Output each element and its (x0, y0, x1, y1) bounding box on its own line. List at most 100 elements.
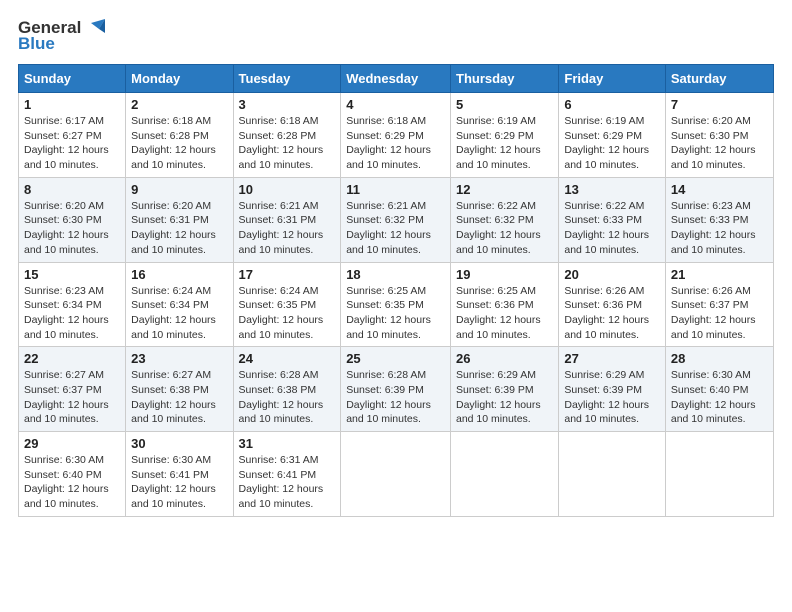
day-number: 29 (24, 436, 120, 451)
day-number: 20 (564, 267, 660, 282)
calendar-cell: 3 Sunrise: 6:18 AMSunset: 6:28 PMDayligh… (233, 93, 341, 178)
day-info: Sunrise: 6:18 AMSunset: 6:29 PMDaylight:… (346, 115, 431, 171)
day-info: Sunrise: 6:29 AMSunset: 6:39 PMDaylight:… (564, 369, 649, 425)
day-info: Sunrise: 6:19 AMSunset: 6:29 PMDaylight:… (456, 115, 541, 171)
calendar-cell: 4 Sunrise: 6:18 AMSunset: 6:29 PMDayligh… (341, 93, 451, 178)
calendar-cell: 20 Sunrise: 6:26 AMSunset: 6:36 PMDaylig… (559, 262, 666, 347)
calendar-cell: 27 Sunrise: 6:29 AMSunset: 6:39 PMDaylig… (559, 347, 666, 432)
day-number: 24 (239, 351, 336, 366)
day-info: Sunrise: 6:20 AMSunset: 6:30 PMDaylight:… (671, 115, 756, 171)
calendar-cell: 29 Sunrise: 6:30 AMSunset: 6:40 PMDaylig… (19, 432, 126, 517)
day-number: 15 (24, 267, 120, 282)
calendar-cell: 25 Sunrise: 6:28 AMSunset: 6:39 PMDaylig… (341, 347, 451, 432)
day-info: Sunrise: 6:22 AMSunset: 6:32 PMDaylight:… (456, 200, 541, 256)
calendar-cell: 6 Sunrise: 6:19 AMSunset: 6:29 PMDayligh… (559, 93, 666, 178)
day-number: 28 (671, 351, 768, 366)
calendar-cell: 2 Sunrise: 6:18 AMSunset: 6:28 PMDayligh… (126, 93, 233, 178)
day-number: 4 (346, 97, 445, 112)
day-number: 19 (456, 267, 553, 282)
logo-blue: Blue (18, 34, 55, 54)
calendar-cell: 28 Sunrise: 6:30 AMSunset: 6:40 PMDaylig… (665, 347, 773, 432)
day-info: Sunrise: 6:18 AMSunset: 6:28 PMDaylight:… (239, 115, 324, 171)
day-number: 22 (24, 351, 120, 366)
day-info: Sunrise: 6:27 AMSunset: 6:38 PMDaylight:… (131, 369, 216, 425)
calendar-day-header: Friday (559, 65, 666, 93)
day-info: Sunrise: 6:17 AMSunset: 6:27 PMDaylight:… (24, 115, 109, 171)
calendar-cell: 21 Sunrise: 6:26 AMSunset: 6:37 PMDaylig… (665, 262, 773, 347)
day-info: Sunrise: 6:22 AMSunset: 6:33 PMDaylight:… (564, 200, 649, 256)
calendar-day-header: Tuesday (233, 65, 341, 93)
day-number: 11 (346, 182, 445, 197)
calendar-cell: 24 Sunrise: 6:28 AMSunset: 6:38 PMDaylig… (233, 347, 341, 432)
calendar-cell: 7 Sunrise: 6:20 AMSunset: 6:30 PMDayligh… (665, 93, 773, 178)
day-number: 23 (131, 351, 227, 366)
logo: General Blue (18, 18, 105, 54)
day-info: Sunrise: 6:26 AMSunset: 6:37 PMDaylight:… (671, 285, 756, 341)
calendar-cell: 11 Sunrise: 6:21 AMSunset: 6:32 PMDaylig… (341, 177, 451, 262)
calendar-cell: 26 Sunrise: 6:29 AMSunset: 6:39 PMDaylig… (451, 347, 559, 432)
calendar-cell: 13 Sunrise: 6:22 AMSunset: 6:33 PMDaylig… (559, 177, 666, 262)
day-number: 2 (131, 97, 227, 112)
page: General Blue SundayMondayTuesdayWednesda… (0, 0, 792, 527)
day-number: 31 (239, 436, 336, 451)
day-number: 8 (24, 182, 120, 197)
day-number: 16 (131, 267, 227, 282)
day-number: 1 (24, 97, 120, 112)
calendar-cell: 8 Sunrise: 6:20 AMSunset: 6:30 PMDayligh… (19, 177, 126, 262)
day-info: Sunrise: 6:28 AMSunset: 6:39 PMDaylight:… (346, 369, 431, 425)
calendar-day-header: Saturday (665, 65, 773, 93)
day-number: 26 (456, 351, 553, 366)
calendar-day-header: Monday (126, 65, 233, 93)
calendar-cell: 1 Sunrise: 6:17 AMSunset: 6:27 PMDayligh… (19, 93, 126, 178)
day-info: Sunrise: 6:29 AMSunset: 6:39 PMDaylight:… (456, 369, 541, 425)
day-info: Sunrise: 6:28 AMSunset: 6:38 PMDaylight:… (239, 369, 324, 425)
day-number: 6 (564, 97, 660, 112)
day-info: Sunrise: 6:23 AMSunset: 6:33 PMDaylight:… (671, 200, 756, 256)
day-info: Sunrise: 6:21 AMSunset: 6:31 PMDaylight:… (239, 200, 324, 256)
calendar-day-header: Sunday (19, 65, 126, 93)
calendar-day-header: Thursday (451, 65, 559, 93)
day-info: Sunrise: 6:31 AMSunset: 6:41 PMDaylight:… (239, 454, 324, 510)
day-info: Sunrise: 6:23 AMSunset: 6:34 PMDaylight:… (24, 285, 109, 341)
calendar-cell (451, 432, 559, 517)
day-info: Sunrise: 6:30 AMSunset: 6:40 PMDaylight:… (671, 369, 756, 425)
day-number: 18 (346, 267, 445, 282)
day-info: Sunrise: 6:20 AMSunset: 6:30 PMDaylight:… (24, 200, 109, 256)
day-info: Sunrise: 6:30 AMSunset: 6:40 PMDaylight:… (24, 454, 109, 510)
day-number: 9 (131, 182, 227, 197)
day-info: Sunrise: 6:27 AMSunset: 6:37 PMDaylight:… (24, 369, 109, 425)
day-info: Sunrise: 6:20 AMSunset: 6:31 PMDaylight:… (131, 200, 216, 256)
day-info: Sunrise: 6:26 AMSunset: 6:36 PMDaylight:… (564, 285, 649, 341)
day-number: 17 (239, 267, 336, 282)
day-info: Sunrise: 6:19 AMSunset: 6:29 PMDaylight:… (564, 115, 649, 171)
day-number: 7 (671, 97, 768, 112)
day-number: 21 (671, 267, 768, 282)
calendar-cell: 30 Sunrise: 6:30 AMSunset: 6:41 PMDaylig… (126, 432, 233, 517)
calendar-cell: 18 Sunrise: 6:25 AMSunset: 6:35 PMDaylig… (341, 262, 451, 347)
calendar-cell: 9 Sunrise: 6:20 AMSunset: 6:31 PMDayligh… (126, 177, 233, 262)
day-number: 13 (564, 182, 660, 197)
day-number: 12 (456, 182, 553, 197)
calendar-cell: 16 Sunrise: 6:24 AMSunset: 6:34 PMDaylig… (126, 262, 233, 347)
day-number: 14 (671, 182, 768, 197)
calendar-cell: 5 Sunrise: 6:19 AMSunset: 6:29 PMDayligh… (451, 93, 559, 178)
header: General Blue (18, 18, 774, 54)
day-number: 30 (131, 436, 227, 451)
logo-text: General Blue (18, 18, 105, 54)
day-number: 5 (456, 97, 553, 112)
day-info: Sunrise: 6:30 AMSunset: 6:41 PMDaylight:… (131, 454, 216, 510)
calendar-cell: 14 Sunrise: 6:23 AMSunset: 6:33 PMDaylig… (665, 177, 773, 262)
day-info: Sunrise: 6:24 AMSunset: 6:34 PMDaylight:… (131, 285, 216, 341)
calendar-cell (665, 432, 773, 517)
calendar-cell: 23 Sunrise: 6:27 AMSunset: 6:38 PMDaylig… (126, 347, 233, 432)
logo-bird-icon (83, 19, 105, 37)
calendar-cell: 31 Sunrise: 6:31 AMSunset: 6:41 PMDaylig… (233, 432, 341, 517)
day-info: Sunrise: 6:25 AMSunset: 6:35 PMDaylight:… (346, 285, 431, 341)
day-info: Sunrise: 6:18 AMSunset: 6:28 PMDaylight:… (131, 115, 216, 171)
calendar-cell: 12 Sunrise: 6:22 AMSunset: 6:32 PMDaylig… (451, 177, 559, 262)
calendar-cell: 19 Sunrise: 6:25 AMSunset: 6:36 PMDaylig… (451, 262, 559, 347)
calendar-header-row: SundayMondayTuesdayWednesdayThursdayFrid… (19, 65, 774, 93)
calendar-cell (559, 432, 666, 517)
day-number: 25 (346, 351, 445, 366)
day-number: 10 (239, 182, 336, 197)
